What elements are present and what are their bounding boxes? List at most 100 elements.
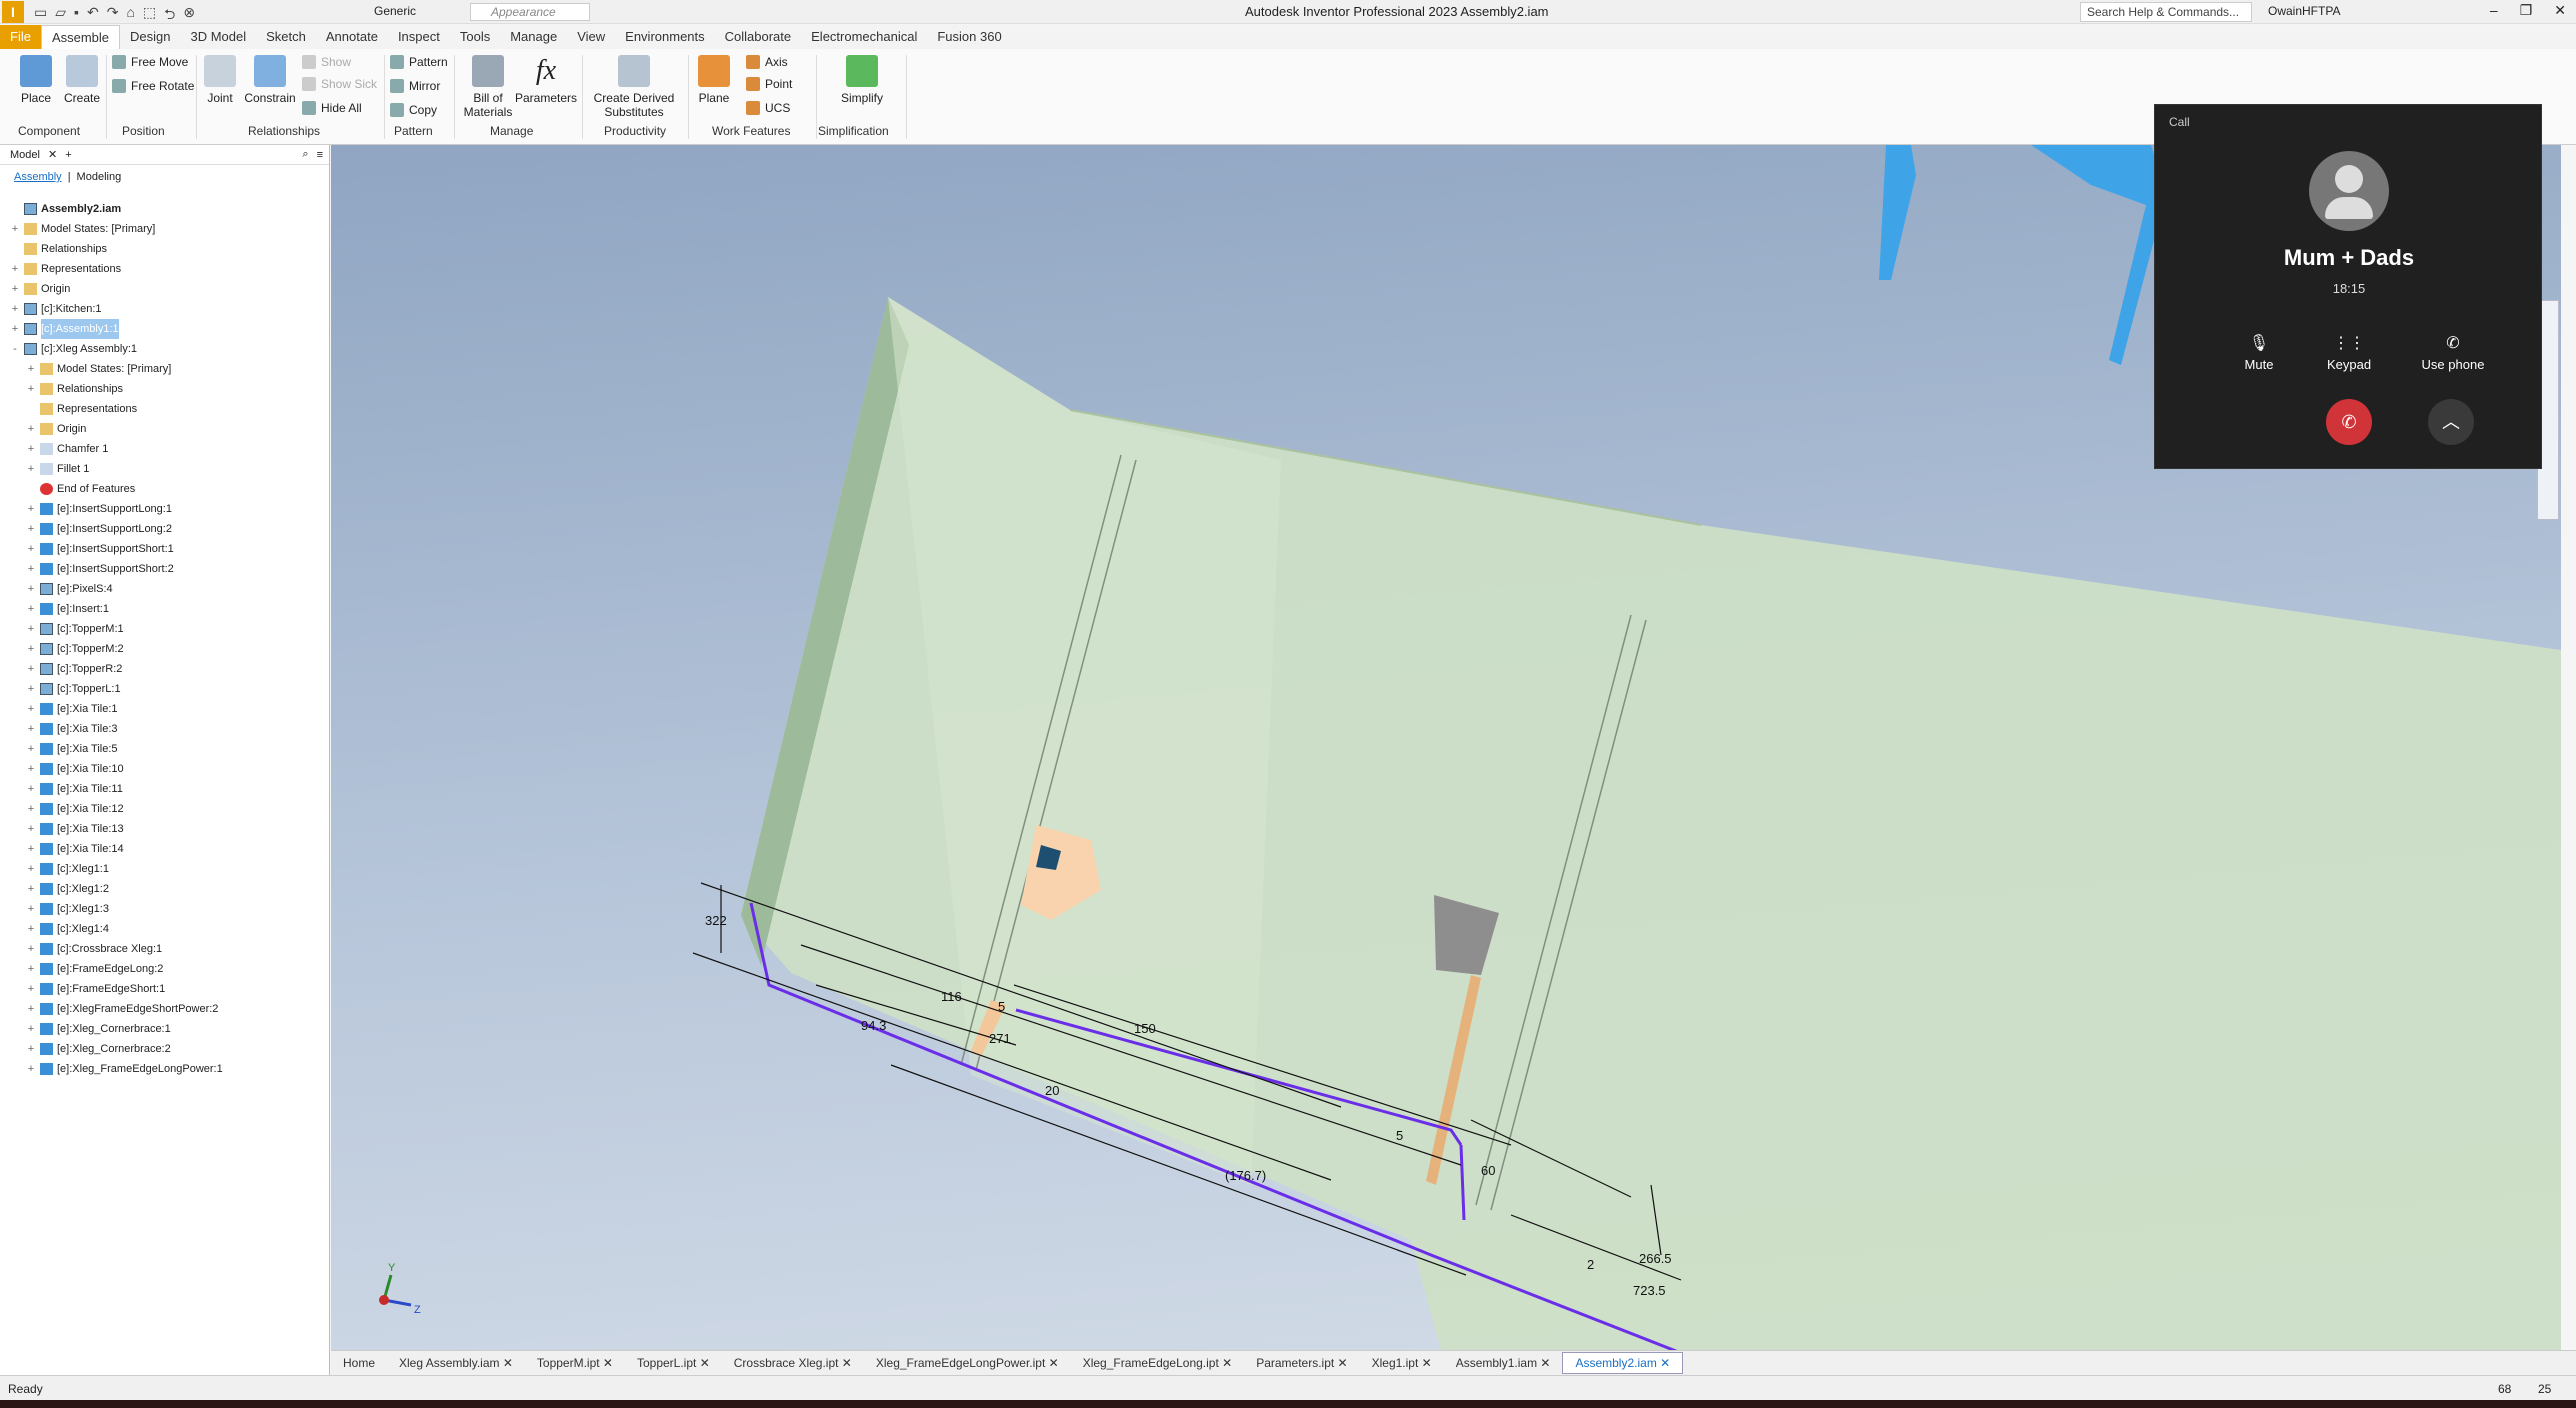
tree-node[interactable]: + [c]:TopperM:2: [26, 639, 124, 659]
tree-node[interactable]: Representations: [26, 399, 137, 419]
tree-node[interactable]: + Representations: [10, 259, 121, 279]
tree-node[interactable]: + [c]:Xleg1:1: [26, 859, 109, 879]
expand-icon[interactable]: +: [10, 319, 20, 339]
tree-node[interactable]: - [c]:Xleg Assembly:1: [10, 339, 137, 359]
menu-icon[interactable]: ≡: [317, 149, 323, 161]
expand-icon[interactable]: +: [26, 839, 36, 859]
plane-button[interactable]: Plane: [694, 55, 734, 105]
expand-icon[interactable]: +: [26, 899, 36, 919]
tab-3d-model[interactable]: 3D Model: [181, 25, 257, 49]
tree-node[interactable]: + [e]:Xia Tile:13: [26, 819, 124, 839]
tab-sketch[interactable]: Sketch: [256, 25, 316, 49]
material-select[interactable]: Generic: [370, 3, 462, 21]
doc-tab[interactable]: Xleg_FrameEdgeLongPower.ipt ✕: [864, 1356, 1071, 1370]
bom-button[interactable]: Bill of Materials: [460, 55, 516, 119]
simplify-button[interactable]: Simplify: [834, 55, 890, 105]
tree-node[interactable]: + [e]:Xleg_FrameEdgeLongPower:1: [26, 1059, 223, 1079]
expand-icon[interactable]: +: [26, 459, 36, 479]
expand-icon[interactable]: +: [26, 1059, 36, 1079]
close-icon[interactable]: ✕: [600, 1356, 613, 1370]
tree-node[interactable]: + [e]:Xia Tile:10: [26, 759, 124, 779]
close-icon[interactable]: ✕: [1657, 1356, 1670, 1370]
search-icon[interactable]: ⌕: [302, 148, 308, 161]
keypad-button[interactable]: ⋮⋮ Keypad: [2299, 333, 2399, 372]
expand-icon[interactable]: +: [26, 819, 36, 839]
doc-tab[interactable]: Xleg Assembly.iam ✕: [387, 1356, 525, 1370]
tree-node[interactable]: + Fillet 1: [26, 459, 89, 479]
tab-design[interactable]: Design: [120, 25, 180, 49]
group-pattern[interactable]: Pattern: [394, 124, 433, 138]
browser-tab-model[interactable]: Model: [10, 149, 40, 161]
group-manage[interactable]: Manage: [490, 124, 533, 138]
expand-icon[interactable]: +: [26, 799, 36, 819]
doc-tab[interactable]: Assembly2.iam ✕: [1562, 1352, 1684, 1374]
expand-icon[interactable]: +: [26, 1019, 36, 1039]
joint-button[interactable]: Joint: [200, 55, 240, 105]
minimize-icon[interactable]: –: [2490, 2, 2498, 19]
tree-node[interactable]: + Chamfer 1: [26, 439, 108, 459]
tree-node[interactable]: + [c]:TopperR:2: [26, 659, 122, 679]
tree-node[interactable]: + [e]:Xia Tile:12: [26, 799, 124, 819]
tab-environments[interactable]: Environments: [615, 25, 714, 49]
close-icon[interactable]: ✕: [1045, 1356, 1059, 1370]
show-sick-button[interactable]: Show Sick: [302, 77, 377, 91]
tab-inspect[interactable]: Inspect: [388, 25, 450, 49]
tree-node[interactable]: + [c]:Kitchen:1: [10, 299, 102, 319]
tab-tools[interactable]: Tools: [450, 25, 500, 49]
expand-button[interactable]: ︿: [2428, 399, 2474, 445]
tree-node[interactable]: + [e]:Xia Tile:5: [26, 739, 118, 759]
tree-node[interactable]: Relationships: [10, 239, 107, 259]
tab-assemble[interactable]: Assemble: [40, 25, 121, 49]
tree-node[interactable]: + [e]:InsertSupportShort:1: [26, 539, 174, 559]
expand-icon[interactable]: +: [26, 439, 36, 459]
doc-tab[interactable]: Assembly1.iam ✕: [1444, 1356, 1563, 1370]
appearance-select[interactable]: Appearance: [470, 3, 590, 21]
mirror-button[interactable]: Mirror: [390, 79, 440, 93]
tree-node[interactable]: + Model States: [Primary]: [10, 219, 155, 239]
group-position[interactable]: Position: [122, 124, 165, 138]
search-input[interactable]: Search Help & Commands...: [2080, 2, 2252, 22]
doc-tab[interactable]: Home: [331, 1356, 387, 1370]
subtab-modeling[interactable]: Modeling: [77, 171, 122, 183]
tree-node[interactable]: + [c]:Xleg1:2: [26, 879, 109, 899]
expand-icon[interactable]: +: [26, 959, 36, 979]
use-phone-button[interactable]: ✆ Use phone: [2403, 333, 2503, 372]
expand-icon[interactable]: +: [10, 219, 20, 239]
tree-node[interactable]: + [e]:Xleg_Cornerbrace:2: [26, 1039, 171, 1059]
expand-icon[interactable]: +: [26, 499, 36, 519]
expand-icon[interactable]: +: [26, 599, 36, 619]
expand-icon[interactable]: +: [26, 999, 36, 1019]
expand-icon[interactable]: +: [26, 359, 36, 379]
tree-node[interactable]: + Origin: [10, 279, 70, 299]
group-relationships[interactable]: Relationships: [248, 124, 320, 138]
point-button[interactable]: Point: [746, 77, 792, 91]
tree-node[interactable]: + [e]:Insert:1: [26, 599, 109, 619]
expand-icon[interactable]: +: [26, 919, 36, 939]
expand-icon[interactable]: +: [26, 659, 36, 679]
tree-node[interactable]: + [c]:TopperM:1: [26, 619, 124, 639]
expand-icon[interactable]: +: [26, 879, 36, 899]
tree-node[interactable]: + [e]:PixelS:4: [26, 579, 113, 599]
tree-node[interactable]: End of Features: [26, 479, 135, 499]
hide-all-button[interactable]: Hide All: [302, 101, 362, 115]
expand-icon[interactable]: +: [26, 739, 36, 759]
tree-node[interactable]: + [e]:Xia Tile:3: [26, 719, 118, 739]
close-icon[interactable]: ✕: [1418, 1356, 1432, 1370]
close-icon[interactable]: ✕: [48, 148, 57, 161]
create-button[interactable]: Create: [62, 55, 102, 105]
tab-annotate[interactable]: Annotate: [316, 25, 388, 49]
tab-electromechanical[interactable]: Electromechanical: [801, 25, 927, 49]
tree-node[interactable]: + [c]:Xleg1:3: [26, 899, 109, 919]
tree-node[interactable]: + [e]:InsertSupportShort:2: [26, 559, 174, 579]
parameters-button[interactable]: fx Parameters: [514, 55, 578, 105]
tree-node[interactable]: + [c]:Assembly1:1: [10, 319, 119, 339]
expand-icon[interactable]: +: [26, 979, 36, 999]
tree-node[interactable]: + [e]:Xia Tile:11: [26, 779, 123, 799]
expand-icon[interactable]: +: [26, 379, 36, 399]
hang-up-button[interactable]: ✆: [2326, 399, 2372, 445]
derived-substitutes-button[interactable]: Create Derived Substitutes: [592, 55, 676, 119]
expand-icon[interactable]: +: [26, 579, 36, 599]
close-icon[interactable]: ✕: [838, 1356, 852, 1370]
tree-node[interactable]: + [e]:FrameEdgeShort:1: [26, 979, 165, 999]
expand-icon[interactable]: +: [26, 779, 36, 799]
